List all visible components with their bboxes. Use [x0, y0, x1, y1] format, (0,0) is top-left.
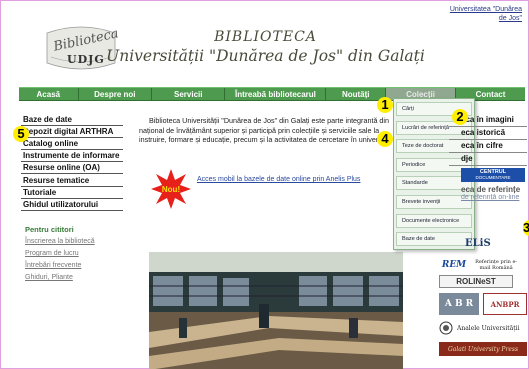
anbpr-banner[interactable]: ANBPR: [483, 293, 527, 315]
sidebar-item-tutoriale[interactable]: Tutoriale: [21, 187, 123, 199]
intro-line-2: național de învățământ superior și parti…: [139, 125, 380, 135]
sidebar-item-resurse-online[interactable]: Resurse online (OA): [21, 162, 123, 174]
page-title-line1: BIBLIOTECA: [214, 29, 317, 45]
sidebar-item-depozit-digital[interactable]: Depozit digital ARTHRA: [21, 126, 123, 138]
library-photo-image: [149, 252, 403, 369]
sidebar-sub-inscrierea[interactable]: Înscrierea la bibliotecă: [21, 237, 123, 246]
mobile-access-link[interactable]: Acces mobil la bazele de date online pri…: [197, 176, 360, 183]
sidebar-item-catalog-online[interactable]: Catalog online: [21, 138, 123, 150]
right-column: eca în imagini eca istorică eca în cifre…: [449, 114, 527, 201]
nav-intreaba-bibliotecarul[interactable]: Întreabă bibliotecarul: [225, 88, 327, 100]
dropdown-item-documente[interactable]: Documente electronice: [396, 213, 472, 228]
page-frame: Biblioteca UDJG BIBLIOTECA Universității…: [0, 0, 529, 369]
intro-line-3: instruire, formare și educație, precum ș…: [139, 135, 389, 144]
analele-banner[interactable]: Analele Universității: [439, 320, 527, 336]
analele-seal-icon: [439, 321, 453, 335]
sidebar-item-resurse-tematice[interactable]: Resurse tematice: [21, 175, 123, 187]
rem-banner[interactable]: REM Referințe prin e-mail Română: [437, 257, 527, 273]
sidebar-sub-intrebari[interactable]: Întrebări frecvente: [21, 261, 123, 270]
marker-3: 3: [523, 220, 529, 236]
abr-banner[interactable]: A B R: [439, 293, 479, 315]
sidebar-item-instrumente[interactable]: Instrumente de informare: [21, 150, 123, 162]
right-sub-link[interactable]: de referință on-line: [449, 194, 527, 201]
rolinest-text: ROLINeST: [456, 277, 496, 286]
rem-logo: REM: [441, 260, 467, 270]
nav-despre-noi[interactable]: Despre noi: [79, 88, 153, 100]
anbpr-text: ANBPR: [490, 299, 520, 309]
nav-noutati[interactable]: Noutăți: [326, 88, 387, 100]
intro-text: Biblioteca Universității "Dunărea de Jos…: [139, 116, 389, 145]
nav-acasa[interactable]: Acasă: [19, 88, 79, 100]
sidebar-item-baze-de-date[interactable]: Baze de date: [21, 114, 123, 126]
right-link-istorica[interactable]: eca istorică: [449, 127, 527, 140]
university-link[interactable]: Universitatea "Dunărea de Jos": [442, 5, 522, 23]
right-heading: eca de referințe: [461, 185, 521, 194]
library-photo: [149, 252, 403, 369]
rem-text: Referințe prin e-mail Română: [475, 259, 518, 271]
left-sidebar: Baze de date Depozit digital ARTHRA Cata…: [21, 114, 123, 282]
dropdown-item-baze-de-date[interactable]: Baze de date: [396, 232, 472, 247]
intro-line-1: Biblioteca Universității "Dunărea de Jos…: [149, 116, 389, 125]
galati-press-text: Galati University Press: [447, 345, 519, 353]
analele-text: Analele Universității: [457, 324, 520, 332]
galati-press-banner[interactable]: Galati University Press: [439, 342, 527, 356]
centrul-documentare-banner[interactable]: CENTRUL DOCUMENTARE EUROPEANĂ: [461, 168, 525, 186]
marker-1: 1: [377, 97, 393, 113]
rolinest-banner[interactable]: ROLINeST: [439, 275, 513, 288]
sidebar-sub-ghiduri[interactable]: Ghiduri, Pliante: [21, 273, 123, 282]
elis-logo[interactable]: ELiS: [465, 238, 491, 249]
sidebar-item-ghidul[interactable]: Ghidul utilizatorului: [21, 199, 123, 211]
right-link-dje[interactable]: dje: [449, 153, 527, 166]
marker-5: 5: [13, 126, 29, 142]
sidebar-section-title: Pentru cititori: [25, 225, 74, 234]
new-badge-icon: Nou!: [151, 169, 191, 209]
sidebar-sub-program[interactable]: Program de lucru: [21, 249, 123, 258]
marker-4: 4: [377, 131, 393, 147]
marker-2: 2: [452, 109, 468, 125]
page-title-line2: Universității "Dunărea de Jos" din Galaț…: [106, 47, 425, 65]
nav-servicii[interactable]: Servicii: [152, 88, 226, 100]
right-link-cifre[interactable]: eca în cifre: [449, 140, 527, 153]
abr-text: A B R: [444, 299, 474, 309]
new-badge-text: Nou!: [162, 185, 180, 194]
